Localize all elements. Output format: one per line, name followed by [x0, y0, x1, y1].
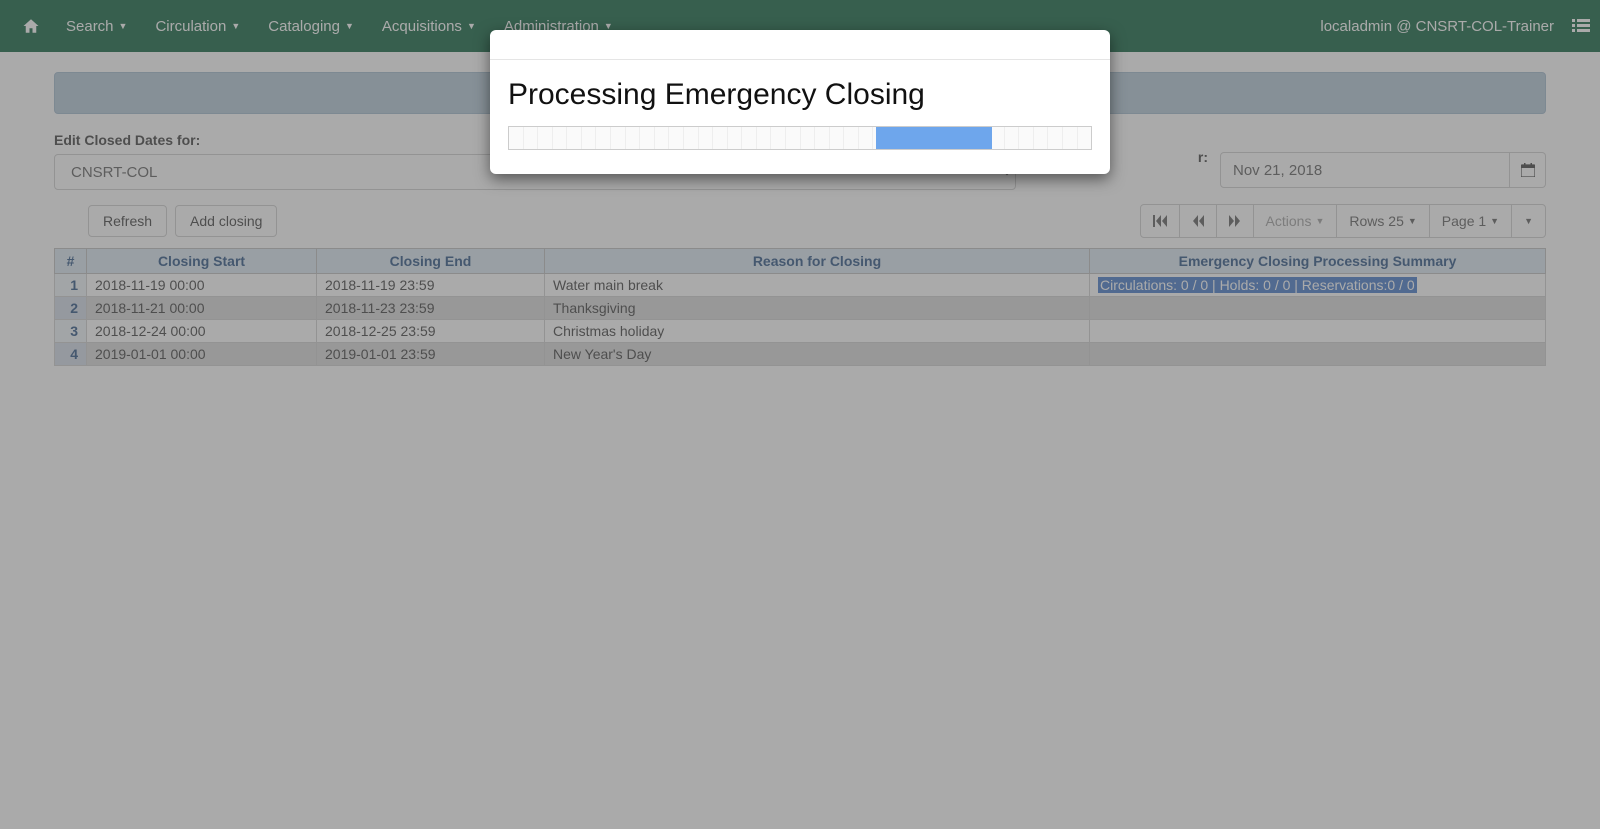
processing-modal: Processing Emergency Closing: [490, 30, 1110, 174]
progress-indicator: [876, 127, 992, 149]
modal-title: Processing Emergency Closing: [508, 78, 1092, 112]
progress-bar: [508, 126, 1092, 150]
